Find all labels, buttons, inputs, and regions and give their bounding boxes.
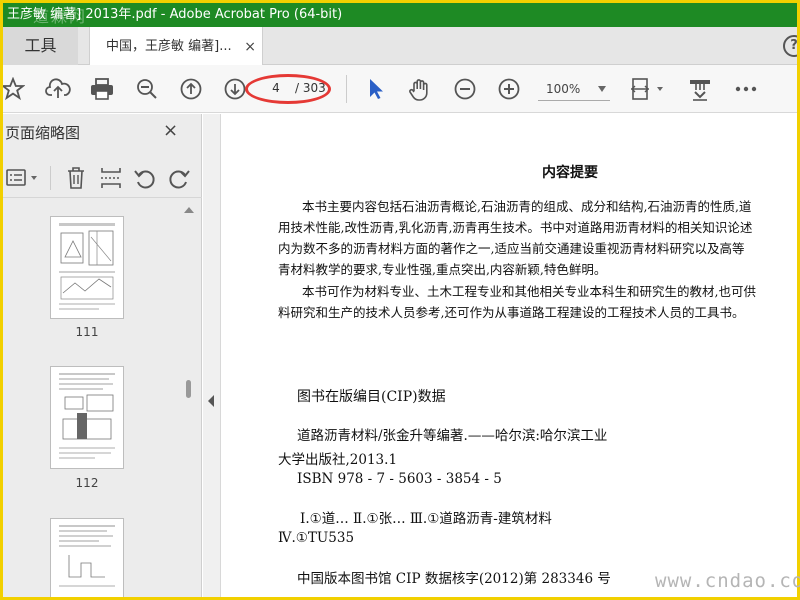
scrollbar-thumb[interactable] [186, 380, 191, 398]
window-title: 王彦敏 编著] 2013年.pdf - Adobe Acrobat Pro (6… [7, 7, 343, 22]
panel-toolbar [3, 158, 202, 198]
tab-document[interactable]: 中国，王彦敏 编著]... × [89, 27, 263, 66]
panel-close-button[interactable]: × [163, 120, 178, 141]
paragraph-line: 青材料教学的要求,专业性强,重点突出,内容新颖,特色鲜明。 [278, 262, 607, 277]
rotate-left-icon[interactable] [133, 166, 157, 190]
page-thumbnail-label: 112 [75, 476, 99, 490]
page-down-icon[interactable] [223, 77, 247, 101]
toolbar-divider [346, 75, 347, 103]
red-highlight-annotation [245, 74, 331, 104]
cip-heading: 图书在版编目(CIP)数据 [297, 389, 446, 405]
watermark-url: www.cndao.com [655, 570, 800, 592]
hand-icon[interactable] [407, 77, 433, 103]
chevron-down-icon [598, 86, 606, 92]
scroll-up-icon[interactable] [184, 206, 194, 214]
page-thumbnail[interactable] [50, 366, 124, 469]
zoom-in-icon[interactable] [497, 77, 521, 101]
insert-page-icon[interactable] [99, 166, 123, 190]
collapse-left-icon [208, 395, 214, 407]
app-window: 王彦敏 编著] 2013年.pdf - Adobe Acrobat Pro (6… [3, 3, 797, 597]
page-thumbnail-preview [59, 525, 115, 587]
panel-toolbar-divider [50, 166, 51, 190]
rotate-right-icon[interactable] [167, 166, 191, 190]
tab-bar: 工具 中国，王彦敏 编著]... × ? [3, 27, 797, 66]
document-page: 内容提要 本书主要内容包括石油沥青概论,石油沥青的组成、成分和结构,石油沥青的性… [222, 114, 797, 597]
paragraph-line: 用技术性能,改性沥青,乳化沥青,沥青再生技术。书中对道路用沥青材料的相关知识论述 [278, 220, 753, 235]
thumbnail-list: 111 112 [3, 200, 183, 597]
thumbnail-scrollbar[interactable] [183, 204, 195, 597]
main-toolbar: 4 / 303 100% [3, 65, 797, 113]
tab-close-button[interactable]: × [244, 27, 256, 67]
page-thumbnail[interactable] [50, 518, 124, 597]
cip-line: 大学出版社,2013.1 [278, 452, 398, 468]
trash-icon[interactable] [65, 166, 87, 190]
upload-icon[interactable] [45, 77, 71, 101]
star-icon[interactable] [3, 77, 25, 101]
thumbnail-panel: 页面缩略图 × 111 112 [3, 114, 202, 597]
page-up-icon[interactable] [179, 77, 203, 101]
tab-tools[interactable]: 工具 [3, 27, 78, 65]
zoom-out-icon[interactable] [453, 77, 477, 101]
help-icon[interactable]: ? [783, 35, 797, 57]
cip-line: 中国版本图书馆 CIP 数据核字(2012)第 283346 号 [297, 571, 611, 587]
paragraph-line: 本书可作为材料专业、土木工程专业和其他相关专业本科生和研究生的教材,也可供 [302, 284, 756, 299]
paragraph-line: 料研究和生产的技术人员参考,还可作为从事道路工程建设的工程技术人员的工具书。 [278, 305, 745, 320]
cip-line: Ⅳ.①TU535 [278, 530, 355, 546]
page-thumbnail-preview [59, 373, 115, 459]
tab-document-label: 中国，王彦敏 编著]... [106, 39, 232, 54]
document-heading: 内容提要 [542, 165, 598, 181]
paragraph-line: 本书主要内容包括石油沥青概论,石油沥青的组成、成分和结构,石油沥青的性质,道 [302, 199, 752, 214]
zoom-level-select[interactable]: 100% [538, 77, 610, 101]
print-icon[interactable] [89, 77, 115, 101]
cip-line: 道路沥青材料/张金升等编著.——哈尔滨:哈尔滨工业 [297, 428, 608, 444]
cip-line: Ⅰ.①道… Ⅱ.①张… Ⅲ.①道路沥青-建筑材料 [300, 511, 552, 527]
panel-collapse-handle[interactable] [203, 114, 221, 597]
more-icon[interactable] [735, 77, 757, 101]
paragraph-line: 内为数不多的沥青材料方面的著作之一,适应当前交通建设重视沥青材料研究以及高等 [278, 241, 745, 256]
page-thumbnail-preview [59, 223, 115, 310]
select-arrow-icon[interactable] [366, 77, 386, 101]
fit-page-icon[interactable] [629, 77, 669, 103]
page-thumbnail-label: 111 [75, 325, 99, 339]
cip-line: ISBN 978 - 7 - 5603 - 3854 - 5 [297, 471, 502, 487]
page-thumbnail[interactable] [50, 216, 124, 319]
title-bar: 王彦敏 编著] 2013年.pdf - Adobe Acrobat Pro (6… [3, 3, 797, 27]
options-menu-icon[interactable] [5, 168, 43, 188]
zoom-out-search-icon[interactable] [135, 77, 161, 101]
stamp-icon[interactable] [687, 77, 713, 103]
zoom-level-value: 100% [546, 82, 581, 96]
panel-title: 页面缩略图 [5, 124, 81, 142]
